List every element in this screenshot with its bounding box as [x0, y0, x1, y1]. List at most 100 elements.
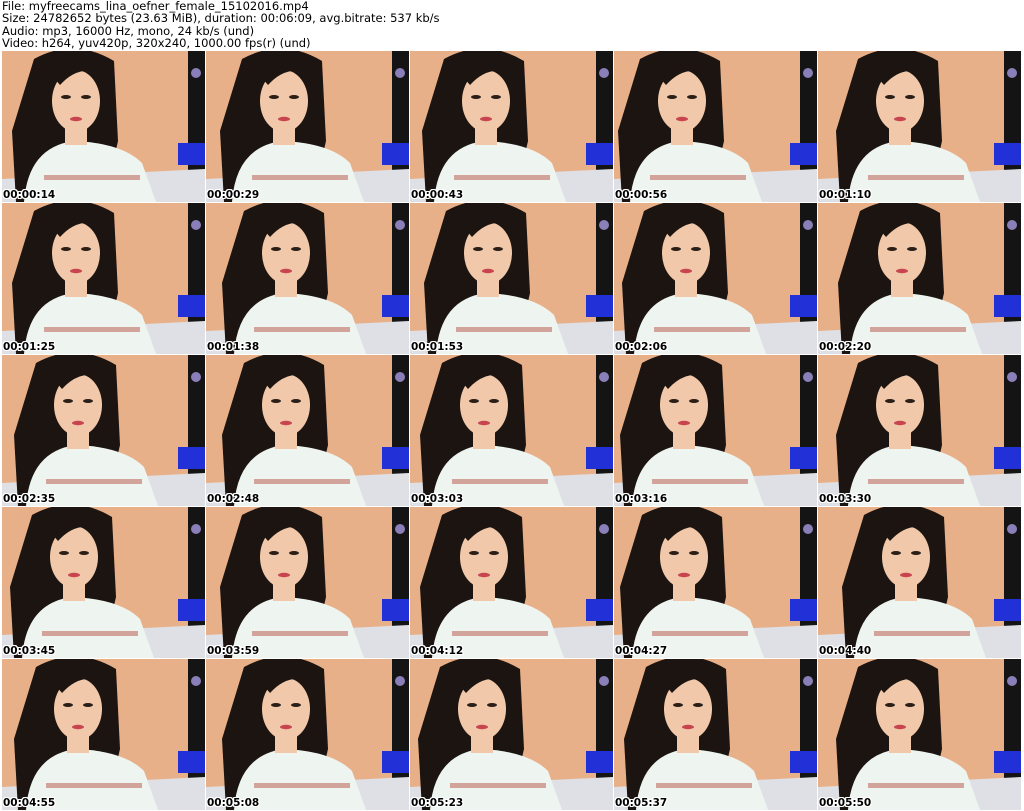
sweater-stripe [868, 175, 964, 180]
sweater-stripe [874, 631, 970, 636]
video-info-line: Video: h264, yuv420p, 320x240, 1000.00 f… [2, 35, 311, 50]
sweater-stripe [252, 631, 348, 636]
flower-decoration [191, 524, 201, 534]
frame-timestamp: 00:01:10 [819, 189, 872, 201]
flower-decoration [803, 220, 813, 230]
thumbnail-grid: 00:00:14 00:00:29 00:00:43 00:00:56 00:0… [2, 51, 1022, 811]
sweater-stripe [656, 783, 752, 788]
frame-timestamp: 00:00:29 [207, 189, 260, 201]
sweater-stripe [44, 175, 140, 180]
lips [70, 116, 82, 122]
blue-cushion [382, 143, 409, 165]
sweater-stripe [454, 175, 550, 180]
blue-cushion [994, 295, 1021, 317]
left-eye [667, 95, 677, 99]
left-eye [467, 703, 477, 707]
left-eye [669, 551, 679, 555]
blue-cushion [382, 751, 409, 773]
lips [894, 724, 906, 730]
frame-image [206, 203, 409, 354]
left-eye [887, 247, 897, 251]
lips [678, 572, 690, 578]
right-eye [907, 247, 917, 251]
blue-cushion [586, 599, 613, 621]
blue-cushion [994, 447, 1021, 469]
thumbnail-frame: 00:00:43 [410, 51, 613, 202]
right-eye [687, 95, 697, 99]
right-eye [291, 247, 301, 251]
lips [480, 116, 492, 122]
left-eye [59, 551, 69, 555]
lips [894, 420, 906, 426]
left-eye [271, 247, 281, 251]
left-eye [469, 551, 479, 555]
left-eye [885, 399, 895, 403]
frame-timestamp: 00:00:14 [3, 189, 56, 201]
blue-cushion [586, 751, 613, 773]
frame-timestamp: 00:02:20 [819, 341, 872, 353]
right-eye [81, 95, 91, 99]
blue-cushion [790, 447, 817, 469]
video-info-header: File: myfreecams_lina_oefner_female_1510… [2, 0, 1022, 50]
frame-timestamp: 00:05:08 [207, 797, 260, 809]
left-eye [469, 399, 479, 403]
right-eye [689, 399, 699, 403]
frame-image [614, 659, 817, 810]
frame-timestamp: 00:03:30 [819, 493, 872, 505]
frame-timestamp: 00:03:45 [3, 645, 56, 657]
frame-image [410, 51, 613, 202]
lips [896, 268, 908, 274]
thumbnail-frame: 00:05:23 [410, 659, 613, 810]
flower-decoration [599, 220, 609, 230]
blue-cushion [586, 295, 613, 317]
lips [280, 420, 292, 426]
lips [68, 572, 80, 578]
frame-image [818, 51, 1021, 202]
blue-cushion [790, 143, 817, 165]
right-eye [289, 551, 299, 555]
sweater-stripe [452, 479, 548, 484]
thumbnail-frame: 00:03:30 [818, 355, 1021, 506]
frame-timestamp: 00:01:25 [3, 341, 56, 353]
thumbnail-frame: 00:01:10 [818, 51, 1021, 202]
frame-image [2, 51, 205, 202]
lips [478, 572, 490, 578]
sweater-stripe [652, 479, 748, 484]
thumbnail-frame: 00:04:40 [818, 507, 1021, 658]
blue-cushion [382, 447, 409, 469]
frame-image [2, 507, 205, 658]
thumbnail-frame: 00:03:45 [2, 507, 205, 658]
left-eye [673, 703, 683, 707]
sweater-stripe [254, 327, 350, 332]
left-eye [63, 703, 73, 707]
right-eye [83, 399, 93, 403]
thumbnail-frame: 00:05:50 [818, 659, 1021, 810]
frame-image [206, 659, 409, 810]
flower-decoration [191, 220, 201, 230]
flower-decoration [1007, 676, 1017, 686]
frame-image [2, 659, 205, 810]
sweater-stripe [450, 783, 546, 788]
sweater-stripe [456, 327, 552, 332]
left-eye [669, 399, 679, 403]
frame-image [206, 507, 409, 658]
sweater-stripe [652, 631, 748, 636]
blue-cushion [790, 295, 817, 317]
left-eye [885, 703, 895, 707]
flower-decoration [1007, 372, 1017, 382]
flower-decoration [1007, 524, 1017, 534]
left-eye [269, 95, 279, 99]
flower-decoration [599, 68, 609, 78]
blue-cushion [994, 143, 1021, 165]
flower-decoration [599, 372, 609, 382]
lips [72, 420, 84, 426]
frame-image [410, 659, 613, 810]
sweater-stripe [44, 327, 140, 332]
thumbnail-frame: 00:03:16 [614, 355, 817, 506]
left-eye [471, 95, 481, 99]
right-eye [911, 551, 921, 555]
sweater-stripe [650, 175, 746, 180]
frame-timestamp: 00:04:55 [3, 797, 56, 809]
frame-timestamp: 00:03:59 [207, 645, 260, 657]
thumbnail-frame: 00:04:12 [410, 507, 613, 658]
